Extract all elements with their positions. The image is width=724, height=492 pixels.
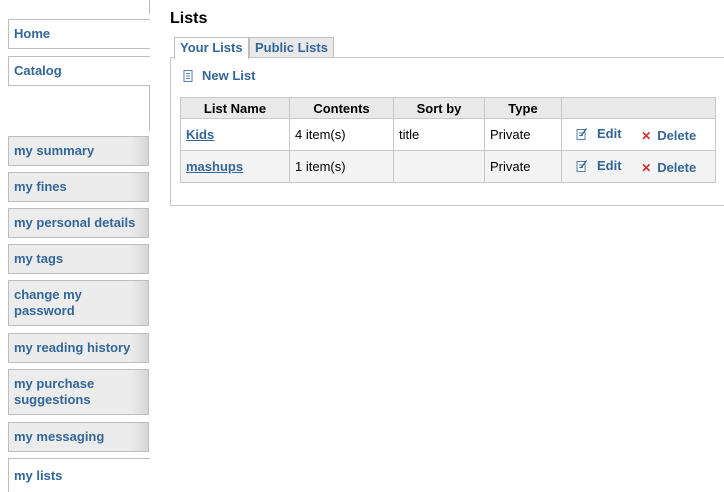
list-sort-by: title (393, 118, 485, 151)
new-list-icon (183, 69, 193, 82)
column-header-actions (561, 97, 716, 119)
edit-list-button[interactable]: Edit (576, 158, 622, 173)
sidebar-item-my-personal-details[interactable]: my personal details (8, 208, 149, 238)
column-header-sort-by: Sort by (393, 97, 485, 119)
new-list-link[interactable]: New List (183, 68, 255, 83)
column-header-contents: Contents (289, 97, 394, 119)
delete-list-button[interactable]: ✕ Delete (641, 128, 696, 143)
sidebar-divider (149, 0, 150, 14)
page-title: Lists (170, 10, 208, 27)
sidebar: Home Catalog my summary my fines my pers… (0, 0, 150, 492)
sidebar-item-my-fines[interactable]: my fines (8, 172, 149, 202)
delete-icon: ✕ (641, 160, 652, 175)
list-sort-by (393, 150, 485, 183)
sidebar-item-label: Home (14, 26, 51, 41)
lists-panel: New List List Name Contents Sort by Type… (170, 57, 724, 206)
sidebar-item-my-summary[interactable]: my summary (8, 136, 149, 166)
sidebar-item-label: my summary (14, 143, 95, 158)
sidebar-item-my-purchase-suggestions[interactable]: my purchase suggestions (8, 369, 149, 415)
sidebar-item-catalog[interactable]: Catalog (8, 56, 150, 86)
tab-public-lists[interactable]: Public Lists (249, 37, 334, 58)
lists-table: List Name Contents Sort by Type Kids 4 i… (180, 97, 716, 183)
sidebar-divider (149, 86, 150, 131)
sidebar-item-my-tags[interactable]: my tags (8, 244, 149, 274)
table-row: mashups 1 item(s) Private Edit ✕ Delete (180, 150, 716, 183)
sidebar-item-label: my purchase suggestions (14, 376, 95, 407)
list-type: Private (484, 118, 562, 151)
list-contents: 1 item(s) (289, 150, 394, 183)
delete-list-button[interactable]: ✕ Delete (641, 160, 696, 175)
sidebar-item-label: Catalog (14, 63, 62, 78)
table-header-row: List Name Contents Sort by Type (180, 97, 716, 119)
list-name-link[interactable]: mashups (186, 159, 243, 174)
sidebar-item-label: my messaging (14, 429, 105, 444)
sidebar-item-label: my tags (14, 251, 64, 266)
column-header-type: Type (484, 97, 562, 119)
column-header-list-name: List Name (180, 97, 290, 119)
edit-icon (576, 159, 587, 172)
edit-icon (576, 127, 587, 140)
sidebar-item-my-reading-history[interactable]: my reading history (8, 333, 149, 363)
edit-label: Edit (597, 158, 622, 173)
tab-your-lists[interactable]: Your Lists (174, 37, 249, 59)
table-row: Kids 4 item(s) title Private Edit ✕ Dele… (180, 118, 716, 151)
sidebar-item-label: change my password (14, 287, 82, 318)
list-name-link[interactable]: Kids (186, 127, 214, 142)
list-contents: 4 item(s) (289, 118, 394, 151)
edit-list-button[interactable]: Edit (576, 126, 622, 141)
sidebar-item-label: my fines (14, 179, 67, 194)
sidebar-item-home[interactable]: Home (8, 19, 150, 49)
delete-label: Delete (657, 160, 697, 175)
sidebar-item-label: my personal details (14, 215, 136, 230)
edit-label: Edit (597, 126, 622, 141)
delete-label: Delete (657, 128, 697, 143)
sidebar-item-my-messaging[interactable]: my messaging (8, 422, 149, 452)
delete-icon: ✕ (641, 128, 652, 143)
sidebar-item-my-lists[interactable]: my lists (8, 458, 150, 492)
sidebar-item-label: my lists (14, 467, 63, 483)
sidebar-item-change-my-password[interactable]: change my password (8, 280, 149, 326)
sidebar-item-label: my reading history (14, 340, 131, 355)
list-type: Private (484, 150, 562, 183)
new-list-label: New List (202, 68, 256, 83)
